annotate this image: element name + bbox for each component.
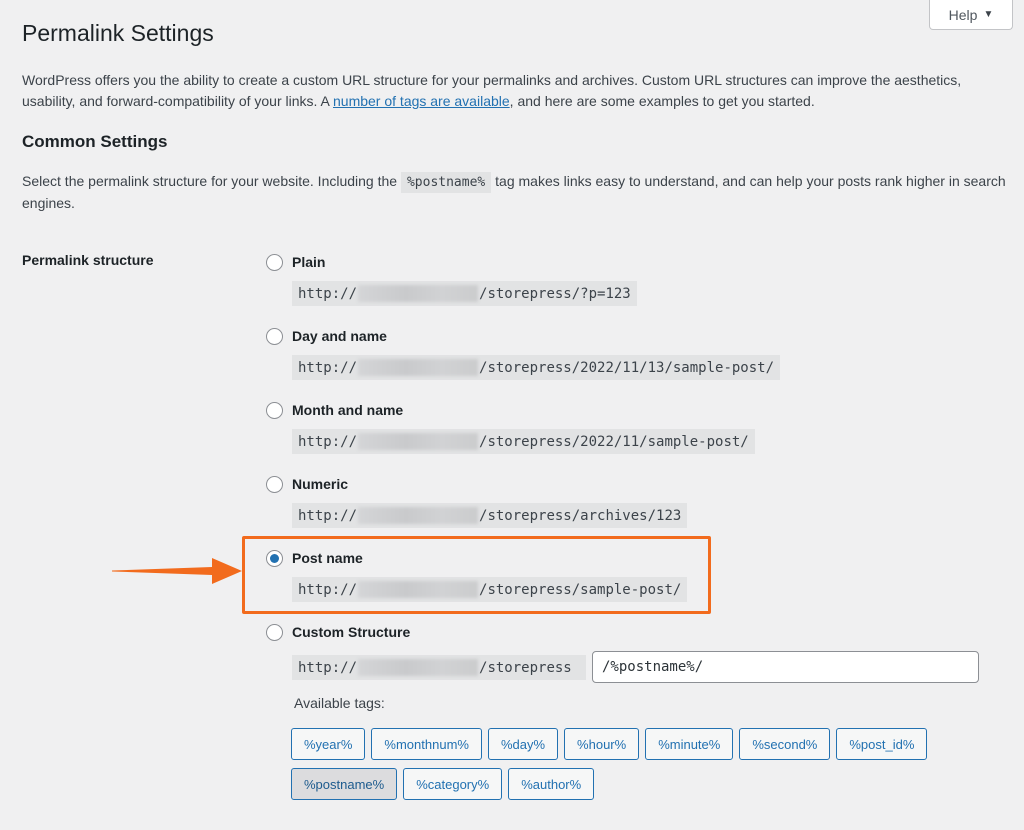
- page-title: Permalink Settings: [22, 20, 214, 46]
- intro-text-end: , and here are some examples to get you …: [509, 93, 815, 109]
- option-day-and-name: Day and name http:// /storepress/2022/11/…: [266, 326, 781, 380]
- url-suffix: /storepress/archives/123: [479, 507, 682, 524]
- url-example: http:// /storepress/?p=123: [292, 281, 637, 306]
- url-suffix: /storepress/2022/11/13/sample-post/: [479, 359, 775, 376]
- arrow-right-icon: [112, 558, 242, 584]
- tag-hour-button[interactable]: %hour%: [564, 728, 640, 760]
- permalink-structure-label: Permalink structure: [22, 252, 154, 268]
- tags-row: %year% %monthnum% %day% %hour% %minute% …: [291, 728, 971, 760]
- available-tags-link[interactable]: number of tags are available: [333, 93, 510, 109]
- tag-category-button[interactable]: %category%: [403, 768, 503, 800]
- radio-month-and-name[interactable]: [266, 401, 283, 419]
- help-button[interactable]: Help ▼: [929, 0, 1013, 30]
- highlight-box: [242, 536, 711, 614]
- url-prefix: http://: [298, 507, 358, 524]
- tag-year-button[interactable]: %year%: [291, 728, 366, 760]
- common-settings-description: Select the permalink structure for your …: [22, 171, 1012, 214]
- url-prefix: http://: [298, 359, 358, 376]
- redacted-domain: [358, 359, 479, 376]
- option-numeric: Numeric http:// /storepress/archives/123: [266, 474, 688, 528]
- option-label: Custom Structure: [292, 624, 411, 640]
- caret-down-icon: ▼: [983, 9, 994, 20]
- option-month-and-name: Month and name http:// /storepress/2022/1…: [266, 400, 755, 454]
- tags-row: %postname% %category% %author%: [291, 768, 971, 800]
- radio-numeric[interactable]: [266, 475, 283, 493]
- radio-plain[interactable]: [266, 253, 283, 271]
- tag-post-id-button[interactable]: %post_id%: [836, 728, 928, 760]
- option-label: Month and name: [292, 402, 404, 418]
- tag-second-button[interactable]: %second%: [739, 728, 831, 760]
- url-prefix: http://: [298, 285, 358, 302]
- redacted-domain: [358, 507, 479, 524]
- help-label: Help: [948, 6, 978, 23]
- url-suffix: /storepress/?p=123: [479, 285, 631, 302]
- tag-day-button[interactable]: %day%: [487, 728, 559, 760]
- option-plain: Plain http:// /storepress/?p=123: [266, 252, 637, 306]
- url-example: http:// /storepress/2022/11/13/sample-pos…: [292, 355, 781, 380]
- redacted-domain: [358, 285, 479, 302]
- redacted-domain: [358, 433, 479, 450]
- url-example: http:// /storepress: [292, 655, 587, 680]
- desc-start: Select the permalink structure for your …: [22, 173, 401, 189]
- tag-monthnum-button[interactable]: %monthnum%: [371, 728, 482, 760]
- postname-code: %postname%: [400, 172, 492, 193]
- tag-author-button[interactable]: %author%: [508, 768, 595, 800]
- option-label: Plain: [292, 254, 326, 270]
- tag-postname-button[interactable]: %postname%: [291, 768, 398, 800]
- url-prefix: http://: [298, 659, 358, 676]
- custom-structure-input[interactable]: /%postname%/: [592, 651, 979, 683]
- option-label: Numeric: [292, 476, 349, 492]
- radio-custom-structure[interactable]: [266, 623, 283, 641]
- intro-text: WordPress offers you the ability to crea…: [22, 70, 1012, 112]
- url-suffix: /storepress: [479, 659, 572, 676]
- tag-minute-button[interactable]: %minute%: [645, 728, 734, 760]
- common-settings-heading: Common Settings: [22, 132, 168, 151]
- url-example: http:// /storepress/archives/123: [292, 503, 688, 528]
- option-custom-structure: Custom Structure http:// /storepress: [266, 622, 587, 680]
- redacted-domain: [358, 659, 479, 676]
- url-suffix: /storepress/2022/11/sample-post/: [479, 433, 749, 450]
- available-tags: %year% %monthnum% %day% %hour% %minute% …: [291, 728, 971, 808]
- url-prefix: http://: [298, 433, 358, 450]
- radio-day-and-name[interactable]: [266, 327, 283, 345]
- available-tags-label: Available tags:: [294, 695, 385, 711]
- url-example: http:// /storepress/2022/11/sample-post/: [292, 429, 755, 454]
- option-label: Day and name: [292, 328, 387, 344]
